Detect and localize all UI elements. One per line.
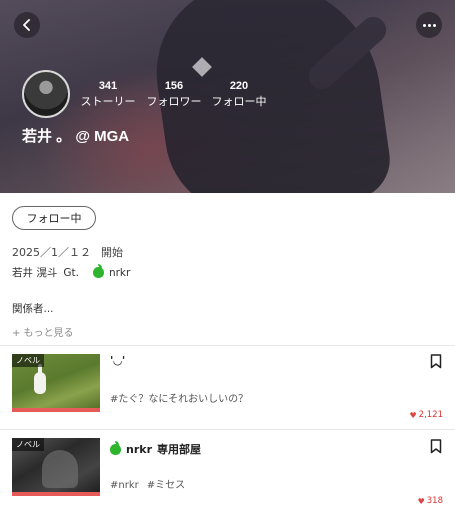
bio-line: 若井 滉斗 Gt. nrkr (12, 264, 131, 280)
more-options-button[interactable] (416, 12, 442, 38)
divider (0, 429, 455, 430)
thumbnail-accent-bar (12, 408, 100, 412)
bio-text: 関係者... (12, 303, 54, 315)
bio-role: Gt. (63, 266, 79, 279)
stat-followers-label: フォロワー (146, 96, 202, 108)
thumbnail-figure (42, 450, 78, 488)
story-title-text: 専用部屋 (157, 443, 201, 456)
likes-count: ♥ 318 (418, 496, 443, 506)
divider (0, 345, 455, 346)
stat-followers-count: 156 (164, 80, 184, 92)
heart-icon: ♥ (417, 496, 425, 506)
story-tags: #nrkr #ミセス (110, 476, 185, 491)
story-tag[interactable]: #ミセス (147, 480, 185, 491)
story-tag[interactable]: #nrkr (110, 480, 139, 491)
user-name: 若井 。 @ MGA (22, 128, 130, 145)
start-date-value: 2025／1／１２ (12, 246, 91, 259)
bio-name: 若井 滉斗 (12, 267, 58, 279)
story-thumbnail[interactable]: ノベル (12, 438, 100, 496)
avatar[interactable] (22, 70, 70, 118)
stat-stories[interactable]: 341 ストーリー (80, 80, 136, 109)
stat-following-label: フォロー中 (211, 96, 267, 108)
chevron-left-icon (23, 19, 30, 31)
bookmark-icon[interactable] (430, 354, 442, 369)
story-title[interactable]: '◡' (110, 354, 125, 367)
novel-badge: ノベル (12, 354, 44, 367)
start-date: 2025／1／１２ 開始 (12, 244, 123, 260)
egret-figure (34, 372, 46, 394)
likes-count: ♥ 2,121 (409, 410, 443, 420)
story-thumbnail[interactable]: ノベル (12, 354, 100, 412)
stat-stories-label: ストーリー (80, 96, 136, 108)
stat-stories-count: 341 (98, 80, 118, 92)
likes-value: 2,121 (418, 410, 443, 420)
more-horizontal-icon (422, 23, 436, 27)
bookmark-icon[interactable] (430, 439, 442, 454)
show-more-link[interactable]: + もっと見る (12, 324, 74, 339)
story-title[interactable]: nrkr 専用部屋 (110, 440, 201, 457)
story-title-tag: nrkr (126, 442, 152, 456)
novel-badge: ノベル (12, 438, 44, 451)
bio-tag: nrkr (108, 266, 131, 279)
story-card[interactable]: ノベル nrkr 専用部屋 #nrkr #ミセス ♥ 318 (0, 438, 455, 512)
stat-following[interactable]: 220 フォロー中 (211, 80, 267, 109)
stat-following-count: 220 (229, 80, 249, 92)
story-tags: #たぐ？なにそれおいしいの？ (110, 390, 248, 405)
back-button[interactable] (14, 12, 40, 38)
likes-value: 318 (426, 496, 443, 506)
heart-icon: ♥ (409, 410, 417, 420)
story-tag[interactable]: #たぐ？なにそれおいしいの？ (110, 394, 248, 405)
story-card[interactable]: ノベル '◡' #たぐ？なにそれおいしいの？ ♥ 2,121 (0, 354, 455, 432)
thumbnail-accent-bar (12, 492, 100, 496)
stat-followers[interactable]: 156 フォロワー (146, 80, 202, 109)
green-apple-icon (110, 440, 121, 455)
start-date-label: 開始 (101, 246, 123, 259)
following-button[interactable]: フォロー中 (12, 206, 96, 230)
green-apple-icon (92, 264, 104, 278)
